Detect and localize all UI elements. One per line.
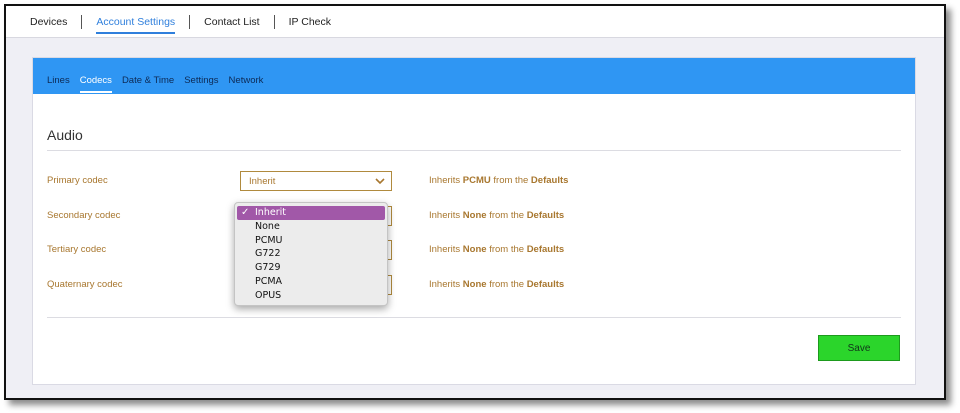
inherit-note: Inherits None from the Defaults <box>429 210 564 221</box>
option-label: PCMU <box>255 234 283 246</box>
note-value: None <box>462 210 487 221</box>
save-button[interactable]: Save <box>818 335 900 361</box>
inherit-note: Inherits PCMU from the Defaults <box>429 175 568 186</box>
note-source: Defaults <box>530 175 569 186</box>
select-value: Inherit <box>249 176 276 187</box>
section-divider <box>47 150 901 151</box>
codec-label: Primary codec <box>47 175 108 186</box>
form-divider <box>47 317 901 318</box>
dropdown-option[interactable]: None <box>235 220 387 234</box>
note-prefix: Inherits <box>429 210 461 221</box>
dropdown-option[interactable]: PCMA <box>235 275 387 289</box>
note-value: None <box>462 279 487 290</box>
option-label: None <box>255 220 280 232</box>
codec-label: Secondary codec <box>47 210 121 221</box>
note-prefix: Inherits <box>429 175 461 186</box>
nav-account-settings[interactable]: Account Settings <box>82 6 189 38</box>
dropdown-option[interactable]: G729 <box>235 261 387 275</box>
note-prefix: Inherits <box>429 279 461 290</box>
note-source: Defaults <box>526 244 565 255</box>
option-label: PCMA <box>255 275 283 287</box>
nav-devices[interactable]: Devices <box>30 6 81 38</box>
tab-lines[interactable]: Lines <box>45 75 75 94</box>
note-value: PCMU <box>462 175 491 186</box>
note-mid: from the <box>493 175 529 186</box>
option-label: G729 <box>255 262 281 274</box>
option-label: Inherit <box>255 207 286 218</box>
note-mid: from the <box>489 244 525 255</box>
note-prefix: Inherits <box>429 244 461 255</box>
codec-row-quaternary: Quaternary codec Inherits None from the … <box>47 275 901 295</box>
top-navigation: Devices Account Settings Contact List IP… <box>6 6 944 38</box>
checkmark-icon: ✓ <box>241 207 250 218</box>
dropdown-option[interactable]: ✓ Inherit <box>237 206 385 220</box>
nav-ip-check[interactable]: IP Check <box>275 6 345 38</box>
tab-settings[interactable]: Settings <box>179 75 223 94</box>
tab-date-time[interactable]: Date & Time <box>117 75 179 94</box>
app-window: Devices Account Settings Contact List IP… <box>4 4 946 400</box>
dropdown-option[interactable]: G722 <box>235 247 387 261</box>
primary-codec-select[interactable]: Inherit <box>240 171 392 191</box>
note-source: Defaults <box>526 210 565 221</box>
note-value: None <box>462 244 487 255</box>
section-title: Audio <box>47 127 83 143</box>
note-mid: from the <box>489 210 525 221</box>
settings-panel: Lines Codecs Date & Time Settings Networ… <box>32 57 916 385</box>
dropdown-option[interactable]: PCMU <box>235 234 387 248</box>
codec-label: Tertiary codec <box>47 244 107 255</box>
codec-label: Quaternary codec <box>47 279 123 290</box>
chevron-down-icon <box>375 178 385 185</box>
option-label: G722 <box>255 248 281 260</box>
codec-dropdown-menu: ✓ Inherit None PCMU G722 G729 PCMA OPUS <box>234 202 388 306</box>
codec-row-tertiary: Tertiary codec Inherits None from the De… <box>47 240 901 260</box>
tab-network[interactable]: Network <box>224 75 269 94</box>
option-label: OPUS <box>255 289 282 301</box>
note-mid: from the <box>489 279 525 290</box>
nav-contact-list[interactable]: Contact List <box>190 6 273 38</box>
dropdown-option[interactable]: OPUS <box>235 289 387 303</box>
tab-codecs[interactable]: Codecs <box>75 75 117 94</box>
inherit-note: Inherits None from the Defaults <box>429 244 564 255</box>
sub-navigation: Lines Codecs Date & Time Settings Networ… <box>33 58 915 94</box>
codec-row-primary: Primary codec Inherit Inherits PCMU from… <box>47 171 901 191</box>
codec-row-secondary: Secondary codec Inherits None from the D… <box>47 206 901 226</box>
note-source: Defaults <box>526 279 565 290</box>
inherit-note: Inherits None from the Defaults <box>429 279 564 290</box>
